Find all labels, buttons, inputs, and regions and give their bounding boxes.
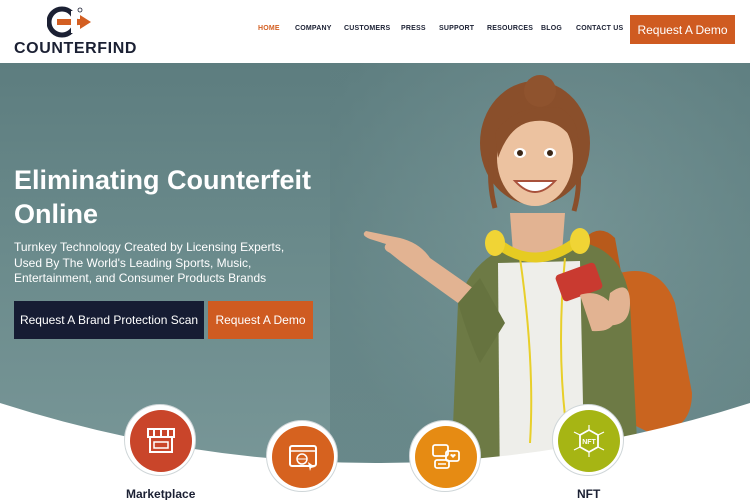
- nav-item-home[interactable]: HOME: [258, 25, 280, 32]
- website-icon: [289, 445, 317, 471]
- request-demo-header-button[interactable]: Request A Demo: [630, 15, 735, 44]
- feature-marketplace-disc: [130, 410, 192, 472]
- feature-nft-disc: NFT: [558, 410, 620, 472]
- nft-icon: NFT: [573, 425, 605, 457]
- feature-website-disc: [272, 426, 334, 488]
- nav-item-customers[interactable]: CUSTOMERS: [344, 25, 390, 32]
- feature-nft-label: NFT: [577, 487, 601, 500]
- logo-wordmark: COUNTERFIND: [14, 40, 138, 57]
- nav-item-press[interactable]: PRESS: [401, 25, 426, 32]
- nav-item-company[interactable]: COMPANY: [295, 25, 332, 32]
- feature-website-ring: [266, 420, 338, 492]
- hero-section: Eliminating Counterfeit Online Turnkey T…: [0, 63, 750, 500]
- feature-marketplace-label: Marketplace: [126, 487, 196, 500]
- nav-item-blog[interactable]: BLOG: [541, 25, 562, 32]
- hero-bottom-curve: [0, 403, 750, 500]
- site-header: COUNTERFIND HOME COMPANY CUSTOMERS PRESS…: [0, 0, 750, 63]
- counterfind-logo[interactable]: COUNTERFIND: [14, 5, 136, 57]
- nav-item-contact-us[interactable]: CONTACT US: [576, 25, 623, 32]
- svg-text:NFT: NFT: [582, 439, 596, 446]
- feature-marketplace-ring: [124, 404, 196, 476]
- feature-nft-ring: NFT: [552, 404, 624, 476]
- feature-social-disc: [415, 426, 477, 488]
- feature-social-ring: [409, 420, 481, 492]
- nav-item-support[interactable]: SUPPORT: [439, 25, 474, 32]
- nav-item-resources[interactable]: RESOURCES: [487, 25, 533, 32]
- logo-mark-icon: [47, 6, 91, 38]
- storefront-icon: [147, 428, 175, 453]
- social-media-icon: [432, 444, 460, 469]
